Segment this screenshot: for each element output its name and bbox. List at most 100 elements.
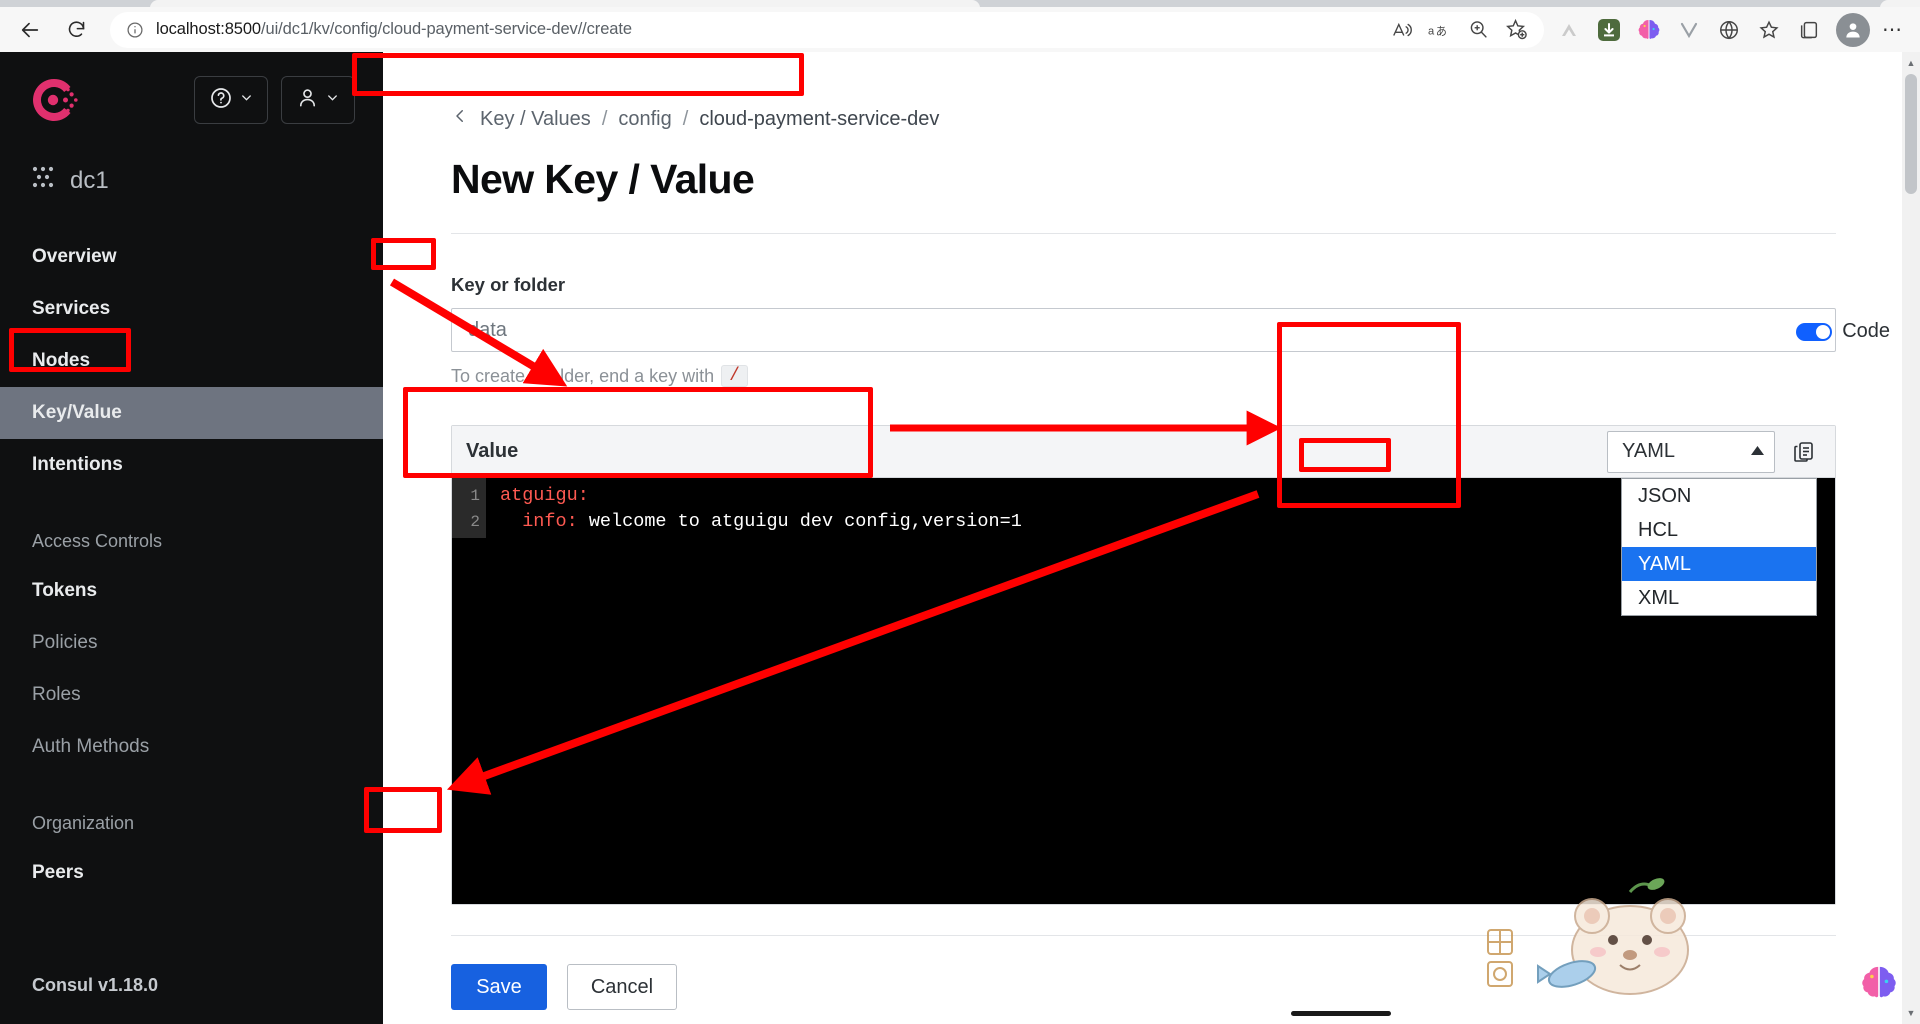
reload-icon[interactable] (56, 12, 96, 48)
sidebar-item-policies[interactable]: Policies (0, 617, 383, 669)
v-extension-icon[interactable] (1672, 13, 1706, 47)
key-hint-slash-token: / (721, 365, 748, 387)
url-text: localhost:8500/ui/dc1/kv/config/cloud-pa… (156, 20, 632, 39)
page-title: New Key / Value (451, 156, 755, 202)
cancel-button[interactable]: Cancel (567, 964, 677, 1010)
datacenter-nodes-icon (30, 164, 56, 197)
collections-favorites-icon[interactable] (1752, 13, 1786, 47)
read-aloud-icon[interactable] (1384, 13, 1420, 47)
svg-text:あ: あ (1436, 25, 1447, 38)
key-or-folder-field-wrap (451, 308, 1836, 352)
add-favorite-icon[interactable] (1498, 13, 1534, 47)
language-select-value: YAML (1622, 440, 1675, 462)
sidebar-item-overview[interactable]: Overview (0, 231, 383, 283)
footer-divider (451, 935, 1836, 936)
form-actions: Save Cancel (451, 964, 1890, 1010)
address-bar-actions: aあ (1384, 13, 1538, 47)
sidebar-item-nodes[interactable]: Nodes (0, 335, 383, 387)
language-option-yaml[interactable]: YAML (1622, 547, 1816, 581)
copy-to-clipboard-icon[interactable] (1787, 435, 1821, 469)
value-editor-card: Value YAML 1 atguigu: 2 info: welcome to… (451, 425, 1836, 905)
ai-brain-extension-icon[interactable] (1856, 960, 1902, 1006)
language-option-xml[interactable]: XML (1622, 581, 1816, 615)
breadcrumb-item-key-values[interactable]: Key / Values (480, 108, 591, 131)
chevron-down-icon (239, 90, 254, 110)
value-editor-title: Value (466, 440, 519, 462)
zoom-icon[interactable] (1460, 13, 1496, 47)
line-number: 2 (470, 513, 480, 531)
datacenter-label: dc1 (70, 166, 109, 194)
sidebar-item-peers[interactable]: Peers (0, 847, 383, 899)
help-button[interactable] (194, 76, 268, 124)
help-question-icon (209, 86, 233, 115)
profile-avatar-icon[interactable] (1836, 12, 1870, 47)
key-or-folder-label: Key or folder (451, 274, 566, 295)
language-dropdown-list[interactable]: JSON HCL YAML XML (1621, 478, 1817, 616)
info-circle-icon[interactable] (124, 19, 146, 41)
more-settings-icon[interactable]: ⋯ (1874, 13, 1912, 47)
url-host: localhost:8500 (156, 20, 262, 38)
key-or-folder-input[interactable] (451, 308, 1836, 352)
code-toggle-label: Code (1842, 320, 1890, 342)
sidebar-section-access-controls: Access Controls (32, 530, 163, 551)
address-bar[interactable]: localhost:8500/ui/dc1/kv/config/cloud-pa… (110, 11, 1544, 48)
sidebar-item-roles[interactable]: Roles (0, 669, 383, 721)
collections-icon[interactable] (1792, 13, 1826, 47)
url-path: /ui/dc1/kv/config/cloud-payment-service-… (261, 20, 632, 38)
user-menu-button[interactable] (281, 76, 355, 124)
breadcrumb-separator: / (682, 107, 689, 130)
code-token-key: atguigu: (500, 485, 589, 506)
sidebar-section-organization: Organization (32, 812, 135, 833)
main-content: Key / Values / config / cloud-payment-se… (383, 52, 1920, 1024)
code-token-value: welcome to atguigu dev config,version=1 (577, 511, 1022, 532)
breadcrumb-separator: / (601, 107, 608, 130)
value-editor-header-actions: YAML (1607, 430, 1821, 473)
language-option-json[interactable]: JSON (1622, 479, 1816, 513)
sidebar-item-key-value[interactable]: Key/Value (0, 387, 383, 439)
code-mode-toggle[interactable] (1796, 322, 1833, 341)
chevron-up-icon (1751, 445, 1764, 458)
consul-version-label: Consul v1.18.0 (32, 975, 159, 995)
app-sidebar: dc1 Overview Services Nodes Key/Value In… (0, 52, 383, 1024)
code-token-key: info: (500, 511, 578, 532)
sidebar-header (0, 52, 383, 126)
ai-brain-extension-icon[interactable] (1632, 13, 1666, 47)
horizontal-scroll-indicator[interactable] (1291, 1011, 1391, 1016)
user-person-icon (296, 86, 319, 114)
chevron-down-icon (325, 90, 340, 110)
save-button[interactable]: Save (451, 964, 547, 1010)
breadcrumb-item-config[interactable]: config (618, 108, 671, 131)
arc-extension-icon[interactable] (1552, 13, 1586, 47)
scroll-up-arrow-icon[interactable]: ▲ (1902, 54, 1920, 72)
sidebar-item-tokens[interactable]: Tokens (0, 565, 383, 617)
line-number: 1 (470, 487, 480, 505)
browser-nav-bar: localhost:8500/ui/dc1/kv/config/cloud-pa… (0, 7, 1920, 52)
datacenter-selector[interactable]: dc1 (0, 126, 383, 197)
sidebar-item-intentions[interactable]: Intentions (0, 439, 383, 491)
download-manager-icon[interactable] (1592, 13, 1626, 47)
title-divider (451, 233, 1836, 234)
sidebar-item-services[interactable]: Services (0, 283, 383, 335)
translate-icon[interactable]: aあ (1422, 13, 1458, 47)
sidebar-nav: Overview Services Nodes Key/Value Intent… (0, 231, 383, 899)
language-select[interactable]: YAML (1607, 430, 1775, 473)
value-editor-header: Value YAML (452, 426, 1835, 478)
code-toggle-row: Code (1796, 320, 1890, 343)
browser-chrome: localhost:8500/ui/dc1/kv/config/cloud-pa… (0, 0, 1920, 52)
consul-logo-icon[interactable] (28, 74, 80, 126)
breadcrumb-item-cloud-payment-service-dev[interactable]: cloud-payment-service-dev (699, 108, 939, 131)
back-arrow-icon[interactable] (10, 12, 50, 48)
vertical-scrollbar[interactable]: ▲ ▼ (1902, 52, 1920, 1024)
content-inner: Key / Values / config / cloud-payment-se… (383, 52, 1920, 1010)
scroll-down-arrow-icon[interactable]: ▼ (1902, 1004, 1920, 1022)
language-option-hcl[interactable]: HCL (1622, 513, 1816, 547)
sidebar-item-auth-methods[interactable]: Auth Methods (0, 721, 383, 773)
breadcrumb: Key / Values / config / cloud-payment-se… (451, 104, 1890, 134)
browser-essentials-icon[interactable] (1712, 13, 1746, 47)
vertical-scrollbar-thumb[interactable] (1905, 74, 1917, 194)
key-or-folder-hint: To create a folder, end a key with / (451, 365, 1890, 387)
key-hint-text: To create a folder, end a key with (451, 365, 715, 386)
chevron-left-icon[interactable] (451, 107, 469, 131)
